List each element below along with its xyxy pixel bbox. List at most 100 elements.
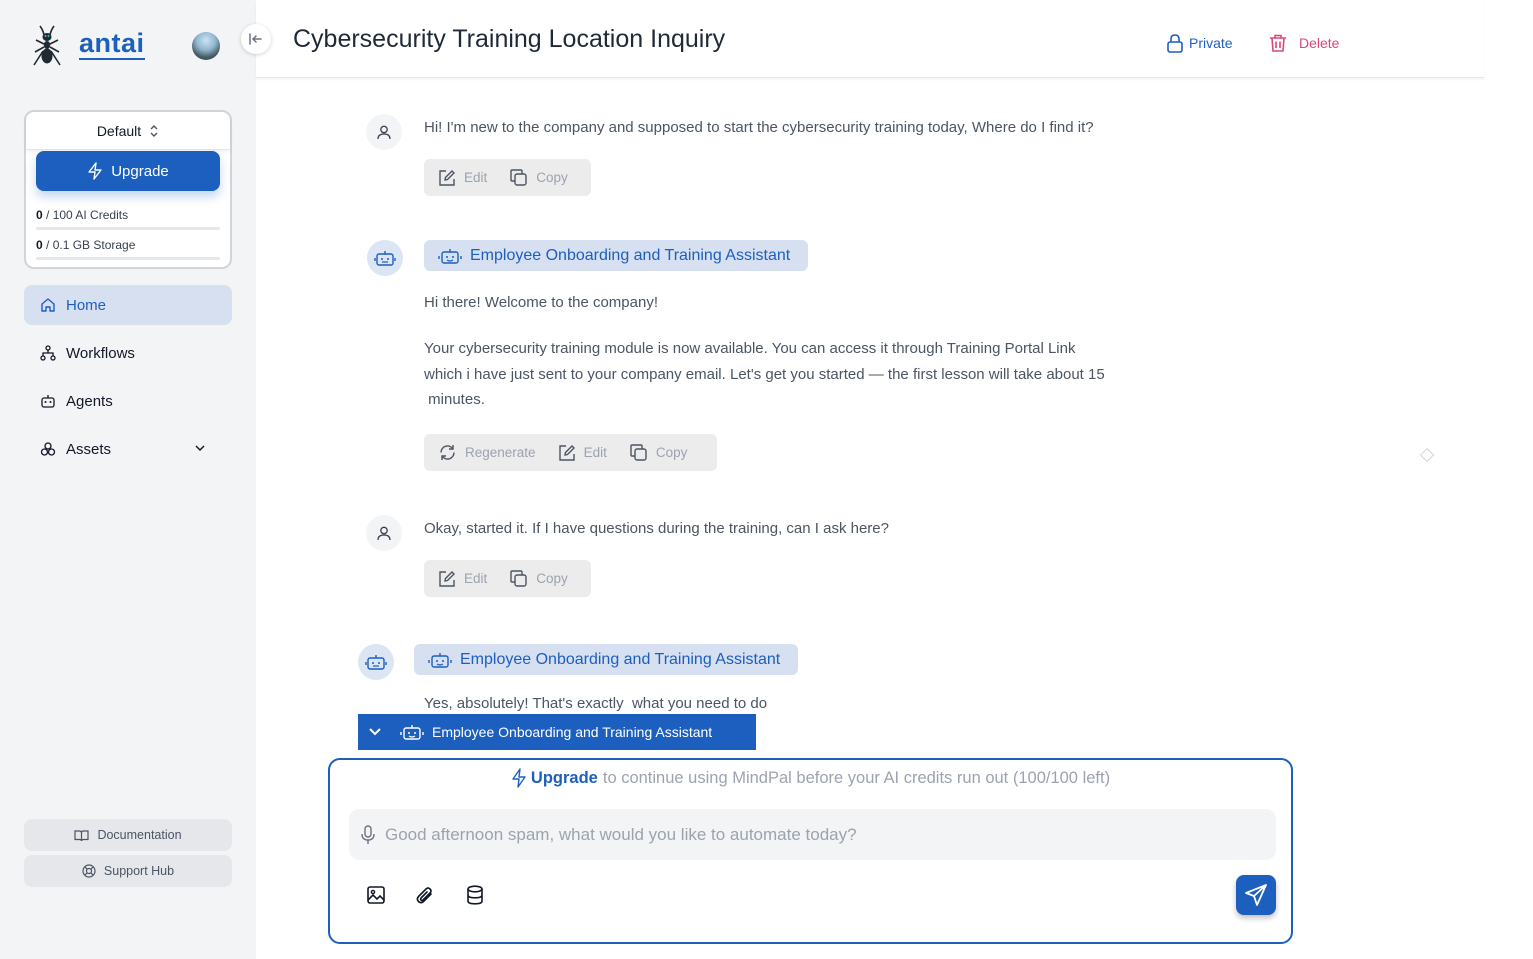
user-avatar	[366, 114, 402, 150]
composer: Upgrade to continue using MindPal before…	[328, 758, 1293, 944]
home-icon	[41, 298, 55, 312]
edit-button[interactable]: Edit	[438, 570, 487, 588]
ant-logo-icon[interactable]	[28, 24, 66, 68]
edit-button[interactable]: Edit	[558, 444, 607, 462]
copy-button[interactable]: Copy	[509, 569, 568, 588]
message-actions: Edit Copy	[424, 560, 591, 597]
knowledge-source-button[interactable]	[463, 883, 487, 907]
message-actions: Edit Copy	[424, 159, 591, 196]
upgrade-label: Upgrade	[111, 162, 169, 180]
upgrade-notice-text: to continue using MindPal before your AI…	[602, 768, 1111, 787]
storage-total: / 0.1 GB Storage	[42, 238, 136, 252]
robot-icon	[365, 655, 387, 670]
lightning-icon	[88, 162, 102, 180]
copy-label: Copy	[536, 170, 568, 185]
upgrade-link[interactable]: Upgrade	[531, 769, 598, 788]
copy-label: Copy	[536, 571, 568, 586]
send-icon	[1245, 884, 1267, 906]
documentation-label: Documentation	[97, 828, 182, 842]
collapse-left-icon	[249, 33, 262, 45]
chevron-down-icon[interactable]	[194, 442, 206, 454]
nav-label-agents: Agents	[66, 392, 113, 410]
nav-item-agents[interactable]: Agents	[24, 381, 232, 421]
plan-select[interactable]: Default	[26, 112, 230, 150]
assistant-message-line: Your cybersecurity training module is no…	[424, 340, 1076, 357]
assistant-message-text: Yes, absolutely! That's exactly what you…	[424, 695, 768, 712]
lightning-icon	[512, 768, 526, 788]
edit-button[interactable]: Edit	[438, 169, 487, 187]
edit-icon	[439, 169, 455, 186]
edit-label: Edit	[583, 445, 607, 460]
credits-meter: 0 / 100 AI Credits	[36, 208, 220, 230]
edit-icon	[558, 444, 575, 461]
user-message-text: Hi! I'm new to the company and supposed …	[424, 119, 1094, 136]
delete-button[interactable]: Delete	[1268, 33, 1339, 53]
page-title: Cybersecurity Training Location Inquiry	[293, 25, 726, 53]
edit-icon	[439, 570, 455, 587]
chevron-down-icon	[369, 728, 381, 736]
assistant-message-line: minutes.	[424, 391, 485, 408]
assets-icon	[40, 442, 56, 456]
prompt-input-wrap	[349, 809, 1276, 860]
lifebuoy-icon	[82, 864, 96, 878]
microphone-icon[interactable]	[361, 824, 375, 845]
edit-label: Edit	[464, 571, 488, 586]
plan-box: Default Upgrade 0 / 100 AI Credits 0 / 0…	[24, 110, 232, 269]
storage-used: 0	[36, 238, 43, 252]
logo-text[interactable]: antai	[79, 28, 145, 60]
delete-label: Delete	[1299, 35, 1340, 51]
regenerate-label: Regenerate	[465, 445, 536, 460]
assistant-avatar	[358, 644, 394, 680]
robot-icon	[438, 248, 462, 264]
database-icon	[467, 885, 483, 905]
agent-chip[interactable]: Employee Onboarding and Training Assista…	[414, 644, 799, 675]
nav-item-workflows[interactable]: Workflows	[24, 333, 232, 373]
agent-chip-label: Employee Onboarding and Training Assista…	[460, 650, 781, 668]
agent-selector-label: Employee Onboarding and Training Assista…	[432, 724, 713, 740]
trash-icon	[1270, 34, 1286, 52]
scroll-indicator	[1419, 447, 1435, 463]
lock-icon	[1167, 34, 1183, 53]
private-label: Private	[1189, 35, 1233, 51]
assistant-avatar	[367, 240, 403, 276]
avatar[interactable]	[192, 32, 220, 60]
regenerate-button[interactable]: Regenerate	[438, 443, 536, 462]
user-message-text: Okay, started it. If I have questions du…	[424, 520, 889, 537]
image-icon	[367, 886, 385, 904]
copy-button[interactable]: Copy	[509, 168, 568, 187]
nav-label-home: Home	[66, 296, 107, 314]
robot-icon	[41, 395, 55, 408]
collapse-sidebar-button[interactable]	[241, 24, 271, 54]
credits-used: 0	[36, 208, 43, 222]
workflow-icon	[40, 345, 56, 361]
support-hub-label: Support Hub	[103, 864, 175, 878]
image-upload-button[interactable]	[364, 883, 388, 907]
upgrade-notice: Upgrade to continue using MindPal before…	[330, 768, 1291, 788]
user-avatar	[366, 515, 402, 551]
private-button[interactable]: Private	[1166, 33, 1233, 53]
copy-icon	[510, 169, 527, 186]
documentation-button[interactable]: Documentation	[24, 819, 232, 851]
storage-meter: 0 / 0.1 GB Storage	[36, 238, 220, 260]
chat-header: Cybersecurity Training Location Inquiry …	[256, 0, 1484, 78]
send-button[interactable]	[1236, 875, 1276, 915]
book-icon	[74, 829, 90, 841]
upgrade-button[interactable]: Upgrade	[36, 151, 220, 191]
agent-chip[interactable]: Employee Onboarding and Training Assista…	[424, 240, 809, 271]
nav-item-assets[interactable]: Assets	[24, 429, 232, 469]
support-hub-button[interactable]: Support Hub	[24, 855, 232, 887]
paperclip-icon	[416, 887, 432, 904]
agent-chip-label: Employee Onboarding and Training Assista…	[470, 246, 791, 264]
agent-selector[interactable]: Employee Onboarding and Training Assista…	[358, 714, 756, 750]
copy-button[interactable]: Copy	[629, 443, 687, 462]
nav-item-home[interactable]: Home	[24, 285, 232, 325]
prompt-input[interactable]	[385, 824, 1235, 845]
nav-label-workflows: Workflows	[66, 344, 135, 362]
attach-file-button[interactable]	[413, 883, 437, 907]
robot-icon	[428, 652, 452, 668]
copy-icon	[630, 444, 647, 461]
storage-bar	[36, 257, 220, 260]
refresh-icon	[440, 445, 455, 460]
chevron-up-down-icon	[150, 124, 158, 137]
user-icon	[377, 125, 391, 139]
